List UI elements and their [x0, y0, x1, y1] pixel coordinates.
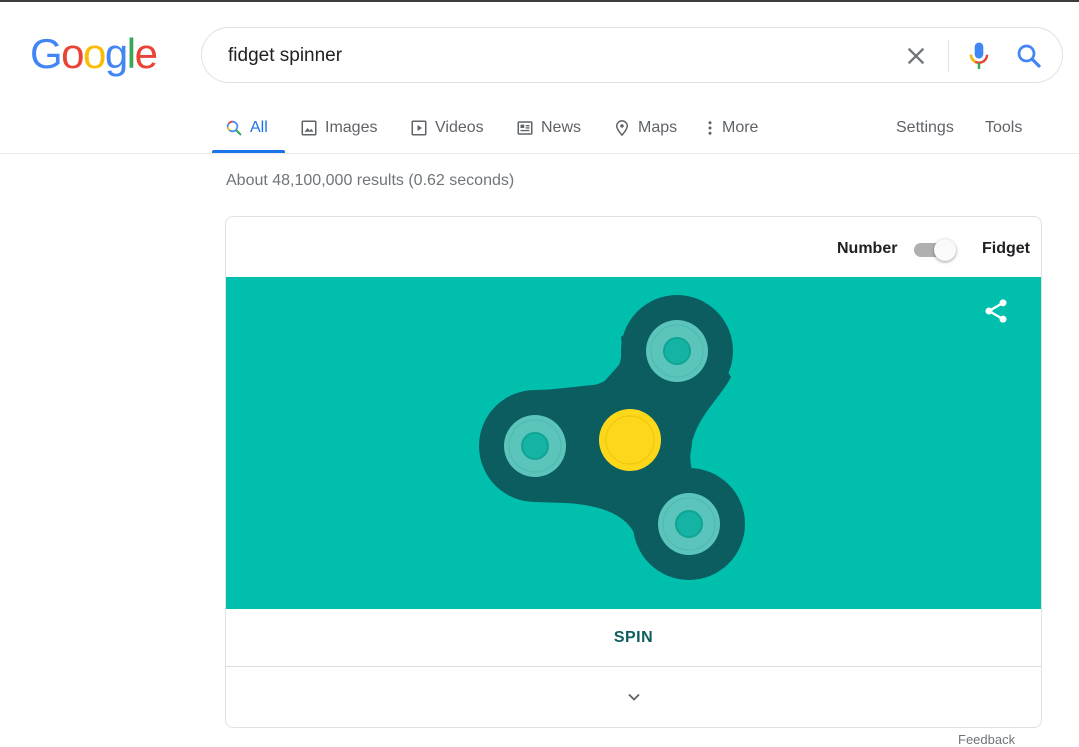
more-vert-icon	[708, 121, 712, 135]
tab-label: News	[541, 119, 582, 136]
mode-toggle-row: Number Fidget	[226, 217, 1041, 277]
tab-maps[interactable]: Maps	[613, 104, 677, 152]
bearing-bottom	[658, 493, 720, 555]
tab-videos[interactable]: Videos	[410, 104, 484, 152]
logo-letter: o	[83, 30, 106, 77]
tab-more[interactable]: More	[705, 104, 758, 152]
chevron-down-icon	[627, 693, 640, 701]
voice-search-button[interactable]	[964, 40, 994, 72]
map-pin-icon	[615, 120, 629, 137]
share-icon	[985, 299, 1007, 323]
expand-widget-button[interactable]	[226, 667, 1041, 727]
tab-label: Images	[325, 119, 378, 136]
search-box	[201, 27, 1063, 83]
search-box-divider	[948, 40, 949, 72]
clear-search-button[interactable]	[902, 42, 930, 70]
spinner-stage[interactable]	[226, 277, 1041, 609]
spin-button[interactable]: SPIN	[226, 609, 1041, 667]
tab-label: Maps	[638, 119, 678, 136]
mode-toggle-switch[interactable]	[914, 239, 958, 261]
settings-link[interactable]: Settings	[896, 104, 954, 152]
search-icon	[1017, 44, 1041, 68]
bearing-top	[646, 320, 708, 382]
toggle-label-fidget: Fidget	[982, 240, 1030, 257]
microphone-icon	[969, 42, 989, 69]
search-submit-button[interactable]	[1014, 41, 1044, 71]
tabs-divider	[0, 153, 1079, 154]
fidget-spinner[interactable]	[226, 277, 1041, 609]
tab-images[interactable]: Images	[300, 104, 377, 152]
logo-letter: o	[61, 30, 84, 77]
logo-letter: g	[104, 30, 128, 77]
google-logo[interactable]: Google	[30, 30, 158, 78]
window-top-border	[0, 0, 1079, 2]
tab-label: All	[250, 119, 268, 136]
tools-link[interactable]: Tools	[985, 104, 1022, 152]
logo-letter: e	[134, 30, 158, 77]
play-icon	[411, 120, 427, 136]
logo-letter: G	[30, 30, 63, 77]
share-button[interactable]	[982, 297, 1010, 325]
news-icon	[517, 121, 533, 135]
tab-all[interactable]: All	[225, 104, 268, 152]
tab-label: Videos	[435, 119, 484, 136]
close-icon	[907, 47, 925, 65]
tab-news[interactable]: News	[516, 104, 581, 152]
toggle-label-number: Number	[837, 240, 898, 257]
search-icon	[226, 120, 242, 136]
search-input[interactable]	[226, 40, 870, 72]
result-stats: About 48,100,000 results (0.62 seconds)	[226, 172, 515, 189]
bearing-left	[504, 415, 566, 477]
fidget-spinner-widget: Number Fidget SPIN	[225, 216, 1042, 728]
logo-letter: l	[126, 30, 136, 77]
tab-label: More	[722, 119, 759, 136]
spin-label: SPIN	[613, 628, 654, 646]
spinner-hub	[599, 409, 661, 471]
toggle-knob	[934, 239, 956, 261]
image-icon	[301, 120, 317, 136]
